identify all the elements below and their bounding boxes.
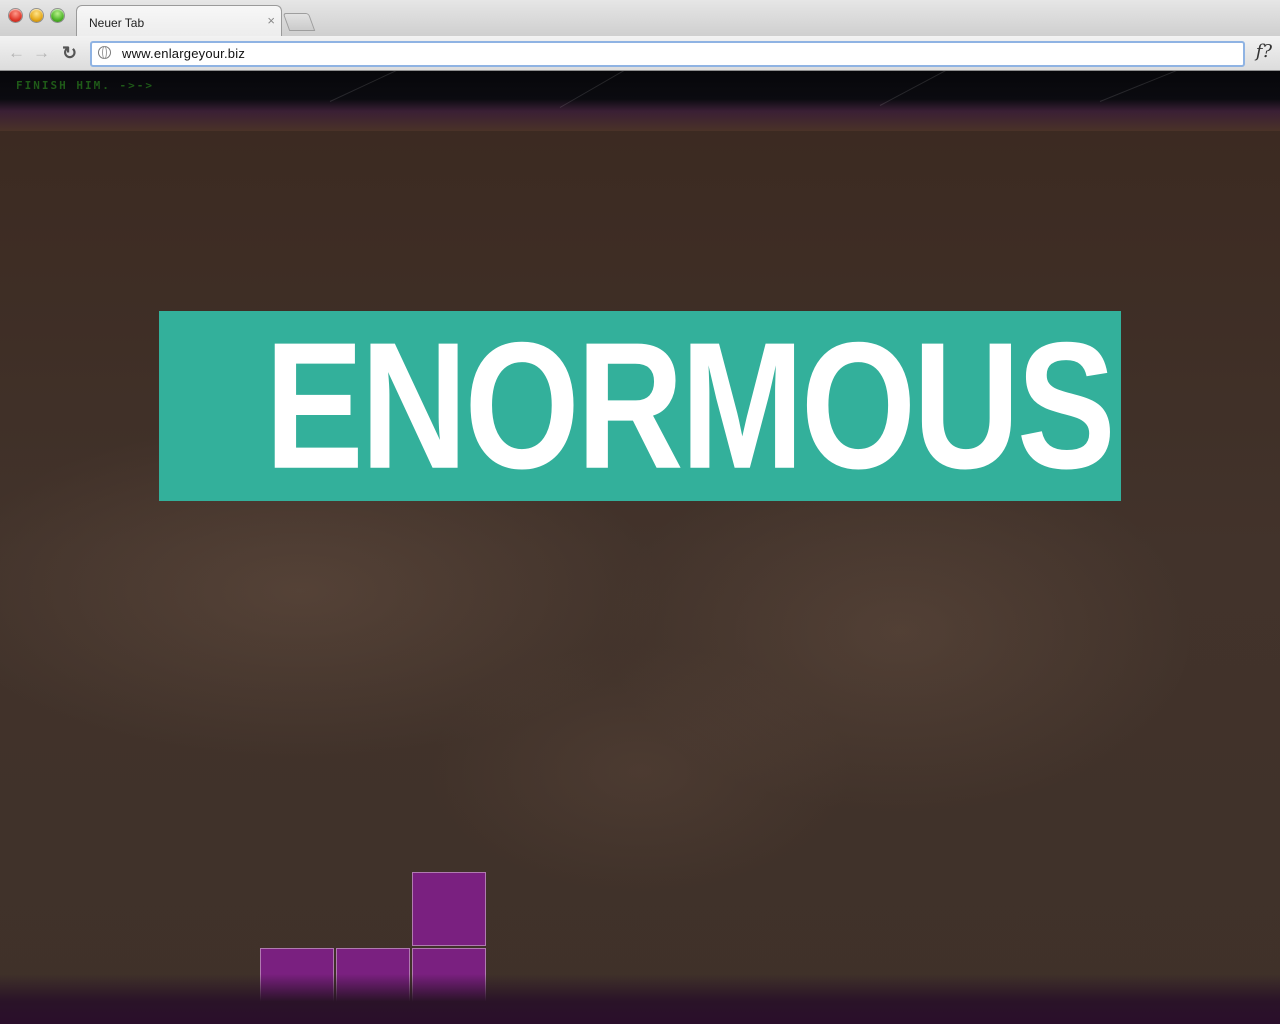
maximize-window-button[interactable] xyxy=(51,9,64,22)
tab-close-icon[interactable]: × xyxy=(267,13,275,28)
forward-arrow-icon[interactable]: → xyxy=(33,43,50,63)
tetris-block[interactable] xyxy=(412,872,486,946)
enormous-banner: ENORMOUS xyxy=(159,311,1121,501)
new-tab-button[interactable] xyxy=(282,13,316,31)
browser-toolbar: ← → ↻ www.enlargeyour.biz f? xyxy=(0,36,1280,71)
window-titlebar: Neuer Tab × xyxy=(0,0,1280,38)
globe-icon xyxy=(98,46,111,59)
tab-title: Neuer Tab xyxy=(89,16,145,30)
top-band xyxy=(0,71,1280,131)
banner-text: ENORMOUS xyxy=(264,305,1116,507)
tab-neuer-tab[interactable]: Neuer Tab × xyxy=(76,5,282,38)
reload-icon[interactable]: ↻ xyxy=(62,43,77,63)
url-text[interactable]: www.enlargeyour.biz xyxy=(122,46,245,61)
hint-text: FINISH HIM. ->-> xyxy=(16,79,154,92)
bottom-band xyxy=(0,974,1280,1024)
close-window-button[interactable] xyxy=(9,9,22,22)
game-page: FINISH HIM. ->-> ENORMOUS xyxy=(0,71,1280,1024)
wrench-menu-button[interactable]: f? xyxy=(1256,41,1272,62)
address-bar[interactable]: www.enlargeyour.biz xyxy=(90,41,1245,67)
back-arrow-icon[interactable]: ← xyxy=(8,43,25,63)
minimize-window-button[interactable] xyxy=(30,9,43,22)
